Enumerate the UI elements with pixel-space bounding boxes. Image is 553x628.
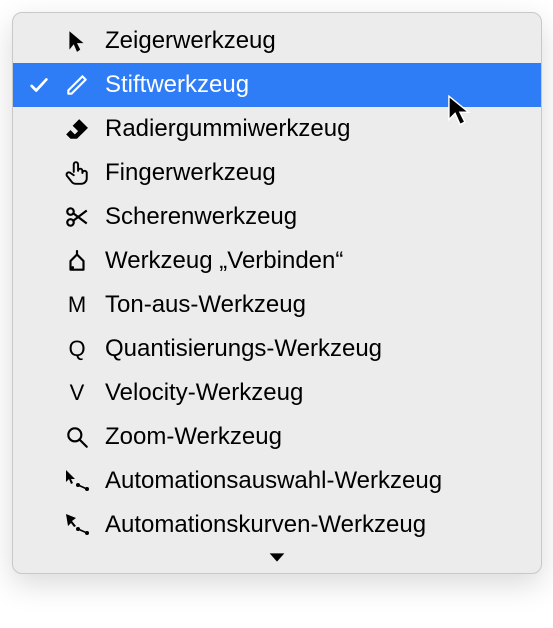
menu-item-label: Ton-aus-Werkzeug [99,283,527,327]
menu-item-eraser[interactable]: Radiergummiwerkzeug [13,107,541,151]
menu-item-glue[interactable]: Werkzeug „Verbinden“ [13,239,541,283]
menu-item-automation-curve[interactable]: Automationskurven-Werkzeug [13,503,541,547]
magnifier-icon [55,424,99,450]
automation-curve-icon [55,512,99,538]
menu-item-scissors[interactable]: Scherenwerkzeug [13,195,541,239]
menu-item-quantize[interactable]: Q Quantisierungs-Werkzeug [13,327,541,371]
menu-item-zoom[interactable]: Zoom-Werkzeug [13,415,541,459]
menu-item-finger[interactable]: Fingerwerkzeug [13,151,541,195]
menu-item-mute[interactable]: M Ton-aus-Werkzeug [13,283,541,327]
menu-item-pencil[interactable]: Stiftwerkzeug [13,63,541,107]
menu-item-label: Zeigerwerkzeug [99,19,527,63]
cursor-icon [55,28,99,54]
checkmark-icon [23,74,55,96]
menu-item-label: Automationsauswahl-Werkzeug [99,459,527,503]
automation-select-icon [55,468,99,494]
menu-item-label: Werkzeug „Verbinden“ [99,239,527,283]
tool-menu: Zeigerwerkzeug Stiftwerkzeug Radiergummi… [12,12,542,574]
menu-item-label: Automationskurven-Werkzeug [99,503,527,547]
letter-Q-icon: Q [55,327,99,371]
pencil-icon [55,72,99,98]
glue-icon [55,248,99,274]
menu-item-label: Scherenwerkzeug [99,195,527,239]
letter-V-icon: V [55,371,99,415]
menu-item-label: Zoom-Werkzeug [99,415,527,459]
menu-item-automation-select[interactable]: Automationsauswahl-Werkzeug [13,459,541,503]
menu-item-pointer[interactable]: Zeigerwerkzeug [13,19,541,63]
menu-item-label: Velocity-Werkzeug [99,371,527,415]
scroll-down-icon[interactable] [13,547,541,569]
eraser-icon [55,116,99,142]
menu-item-label: Stiftwerkzeug [99,63,527,107]
letter-M-icon: M [55,283,99,327]
menu-item-label: Radiergummiwerkzeug [99,107,527,151]
menu-item-label: Fingerwerkzeug [99,151,527,195]
scissors-icon [55,204,99,230]
menu-item-label: Quantisierungs-Werkzeug [99,327,527,371]
menu-item-velocity[interactable]: V Velocity-Werkzeug [13,371,541,415]
finger-icon [55,160,99,186]
